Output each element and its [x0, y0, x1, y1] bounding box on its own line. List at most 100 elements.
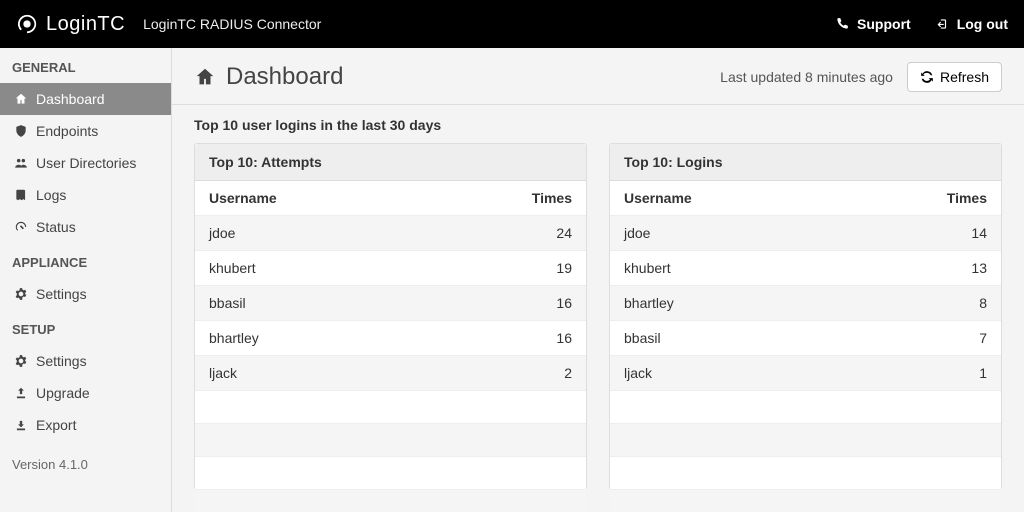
- panel-title: Top 10: Logins: [610, 144, 1001, 181]
- cell-times: [506, 391, 586, 424]
- sidebar-section-header: SETUP: [0, 310, 171, 345]
- col-times: Times: [506, 181, 586, 216]
- table-row: bhartley8: [610, 286, 1001, 321]
- home-icon: [14, 92, 28, 106]
- version-label: Version 4.1.0: [0, 441, 171, 488]
- cell-username: [195, 457, 506, 490]
- col-times: Times: [921, 181, 1001, 216]
- table-row: bbasil7: [610, 321, 1001, 356]
- table-row: [195, 391, 586, 424]
- shield-icon: [14, 124, 28, 138]
- gears-icon: [14, 354, 28, 368]
- panel-1: Top 10: LoginsUsernameTimesjdoe14khubert…: [609, 143, 1002, 490]
- page-title-wrap: Dashboard: [194, 63, 343, 91]
- sidebar-item-dashboard[interactable]: Dashboard: [0, 83, 171, 115]
- cell-times: [921, 490, 1001, 512]
- cell-times: [921, 424, 1001, 457]
- sidebar-item-export[interactable]: Export: [0, 409, 171, 441]
- page-title: Dashboard: [226, 63, 343, 91]
- cell-username: [610, 490, 921, 512]
- brand-name: LoginTC: [46, 13, 125, 36]
- cell-username: [610, 424, 921, 457]
- sidebar-item-label: Logs: [36, 187, 66, 203]
- content: Dashboard Last updated 8 minutes ago Ref…: [172, 48, 1024, 512]
- table-row: bbasil16: [195, 286, 586, 321]
- table-row: ljack2: [195, 356, 586, 391]
- support-label: Support: [857, 16, 911, 32]
- download-icon: [14, 418, 28, 432]
- cell-times: 8: [921, 286, 1001, 321]
- table-row: [195, 424, 586, 457]
- section-subtitle: Top 10 user logins in the last 30 days: [172, 105, 1024, 143]
- sidebar-item-upgrade[interactable]: Upgrade: [0, 377, 171, 409]
- sidebar-item-user-directories[interactable]: User Directories: [0, 147, 171, 179]
- cell-username: [195, 391, 506, 424]
- gears-icon: [14, 287, 28, 301]
- col-username: Username: [610, 181, 921, 216]
- sidebar-section-header: APPLIANCE: [0, 243, 171, 278]
- cell-username: jdoe: [195, 216, 506, 251]
- users-icon: [14, 156, 28, 170]
- sidebar-item-label: Settings: [36, 353, 87, 369]
- cell-username: bhartley: [610, 286, 921, 321]
- cell-times: 2: [506, 356, 586, 391]
- brand: LoginTC: [16, 13, 125, 36]
- page-header: Dashboard Last updated 8 minutes ago Ref…: [172, 48, 1024, 105]
- table-row: [610, 424, 1001, 457]
- sidebar-item-label: Status: [36, 219, 76, 235]
- cell-times: [921, 457, 1001, 490]
- cell-times: 19: [506, 251, 586, 286]
- cell-username: [610, 457, 921, 490]
- table-row: [610, 490, 1001, 512]
- logout-link[interactable]: Log out: [935, 16, 1008, 32]
- brand-logo-icon: [16, 13, 38, 35]
- sidebar-item-status[interactable]: Status: [0, 211, 171, 243]
- cell-times: 16: [506, 286, 586, 321]
- table-row: [610, 457, 1001, 490]
- data-table: UsernameTimesjdoe14khubert13bhartley8bba…: [610, 181, 1001, 512]
- cell-username: jdoe: [610, 216, 921, 251]
- book-icon: [14, 188, 28, 202]
- cell-times: [506, 457, 586, 490]
- table-row: bhartley16: [195, 321, 586, 356]
- cell-times: 1: [921, 356, 1001, 391]
- sidebar-item-label: Dashboard: [36, 91, 105, 107]
- panel-title: Top 10: Attempts: [195, 144, 586, 181]
- sidebar-item-label: Upgrade: [36, 385, 90, 401]
- sidebar-item-label: Settings: [36, 286, 87, 302]
- cell-username: [610, 391, 921, 424]
- phone-icon: [835, 17, 849, 31]
- cell-username: ljack: [610, 356, 921, 391]
- table-row: jdoe24: [195, 216, 586, 251]
- table-row: [195, 490, 586, 512]
- col-username: Username: [195, 181, 506, 216]
- topbar: LoginTC LoginTC RADIUS Connector Support…: [0, 0, 1024, 48]
- panel-0: Top 10: AttemptsUsernameTimesjdoe24khube…: [194, 143, 587, 490]
- table-row: khubert13: [610, 251, 1001, 286]
- sidebar-item-label: Export: [36, 417, 76, 433]
- refresh-icon: [920, 70, 934, 84]
- cell-username: [195, 490, 506, 512]
- data-table: UsernameTimesjdoe24khubert19bbasil16bhar…: [195, 181, 586, 512]
- cell-times: [506, 490, 586, 512]
- app-subtitle: LoginTC RADIUS Connector: [143, 16, 321, 32]
- cell-username: bbasil: [195, 286, 506, 321]
- sidebar: GENERALDashboardEndpointsUser Directorie…: [0, 48, 172, 512]
- logout-label: Log out: [957, 16, 1008, 32]
- cell-times: [921, 391, 1001, 424]
- table-row: [195, 457, 586, 490]
- panels: Top 10: AttemptsUsernameTimesjdoe24khube…: [172, 143, 1024, 512]
- sidebar-item-setup-settings[interactable]: Settings: [0, 345, 171, 377]
- sidebar-item-logs[interactable]: Logs: [0, 179, 171, 211]
- logout-icon: [935, 17, 949, 31]
- refresh-button[interactable]: Refresh: [907, 62, 1002, 92]
- sidebar-item-endpoints[interactable]: Endpoints: [0, 115, 171, 147]
- cell-times: 16: [506, 321, 586, 356]
- cell-times: 13: [921, 251, 1001, 286]
- cell-times: 24: [506, 216, 586, 251]
- refresh-label: Refresh: [940, 69, 989, 85]
- gauge-icon: [14, 220, 28, 234]
- cell-username: bhartley: [195, 321, 506, 356]
- sidebar-item-appliance-settings[interactable]: Settings: [0, 278, 171, 310]
- support-link[interactable]: Support: [835, 16, 911, 32]
